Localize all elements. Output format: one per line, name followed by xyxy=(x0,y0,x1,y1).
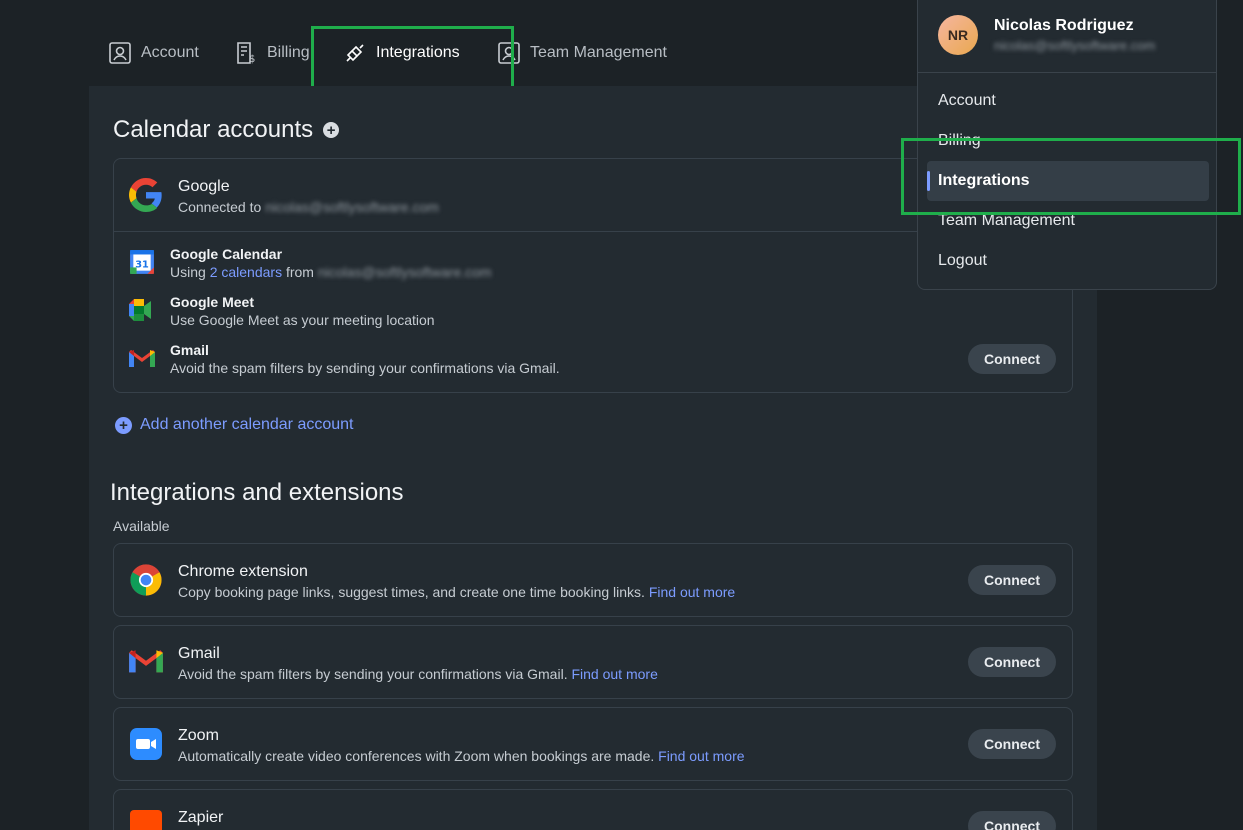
zoom-desc-text: Automatically create video conferences w… xyxy=(178,748,655,764)
user-name: Nicolas Rodriguez xyxy=(994,17,1134,34)
chrome-connect-button[interactable]: Connect xyxy=(968,565,1056,595)
menu-item-billing[interactable]: Billing xyxy=(938,132,981,150)
gmail-integration-name: Gmail xyxy=(178,645,220,662)
integration-card-zapier: Zapier Connect xyxy=(113,789,1073,830)
gmail-service-name: Gmail xyxy=(170,342,209,358)
chrome-extension-desc: Copy booking page links, suggest times, … xyxy=(178,584,735,600)
gmail-calendar-connect-button[interactable]: Connect xyxy=(968,344,1056,374)
gmail-find-out-more-link[interactable]: Find out more xyxy=(571,666,657,682)
calendars-count-link[interactable]: 2 calendars xyxy=(210,264,282,280)
tab-integrations-label: Integrations xyxy=(376,44,460,61)
google-connected-text: Connected to nicolas@softlysoftware.com xyxy=(178,199,439,215)
chrome-desc-text: Copy booking page links, suggest times, … xyxy=(178,584,645,600)
menu-item-logout[interactable]: Logout xyxy=(938,252,987,270)
user-email: nicolas@softlysoftware.com xyxy=(994,38,1156,53)
google-meet-desc: Use Google Meet as your meeting location xyxy=(170,312,435,328)
calendar-accounts-heading: Calendar accounts + xyxy=(113,116,340,144)
integrations-icon xyxy=(346,44,364,62)
google-calendar-icon: 31 xyxy=(129,249,155,275)
add-calendar-label: Add another calendar account xyxy=(140,416,354,433)
gmail-connect-button[interactable]: Connect xyxy=(968,647,1056,677)
integration-card-chrome: Chrome extension Copy booking page links… xyxy=(113,543,1073,617)
account-icon xyxy=(109,42,131,64)
svg-text:$: $ xyxy=(249,54,255,65)
gmail-integration-desc: Avoid the spam filters by sending your c… xyxy=(178,666,658,682)
menu-item-team-management[interactable]: Team Management xyxy=(938,212,1075,230)
chrome-icon xyxy=(129,563,163,597)
menu-item-account[interactable]: Account xyxy=(938,92,996,110)
tab-team-label: Team Management xyxy=(530,44,667,61)
gmail-icon xyxy=(129,346,155,372)
active-menu-indicator xyxy=(927,171,930,191)
svg-text:31: 31 xyxy=(135,259,149,270)
gmail-logo-icon xyxy=(129,645,163,679)
tab-team-management[interactable]: Team Management xyxy=(497,38,667,68)
tab-billing[interactable]: $ Billing xyxy=(234,38,310,68)
zoom-integration-desc: Automatically create video conferences w… xyxy=(178,748,745,764)
integration-card-gmail: Gmail Avoid the spam filters by sending … xyxy=(113,625,1073,699)
add-calendar-plus-icon-2: + xyxy=(115,416,132,434)
available-subheading: Available xyxy=(113,518,170,534)
billing-icon: $ xyxy=(237,42,255,65)
google-calendar-name: Google Calendar xyxy=(170,246,283,262)
menu-item-integrations[interactable]: Integrations xyxy=(938,172,1030,190)
zoom-icon xyxy=(129,727,163,761)
gcal-desc-prefix: Using xyxy=(170,264,206,280)
chrome-extension-name: Chrome extension xyxy=(178,563,308,580)
zoom-connect-button[interactable]: Connect xyxy=(968,729,1056,759)
zapier-integration-name: Zapier xyxy=(178,809,224,826)
calendar-accounts-title: Calendar accounts xyxy=(113,116,314,143)
zoom-find-out-more-link[interactable]: Find out more xyxy=(658,748,744,764)
zapier-connect-button[interactable]: Connect xyxy=(968,811,1056,830)
menu-divider xyxy=(918,72,1216,73)
google-meet-icon xyxy=(129,297,155,323)
google-meet-name: Google Meet xyxy=(170,294,255,310)
google-calendar-desc: Using 2 calendars from nicolas@softlysof… xyxy=(170,264,492,280)
connected-prefix: Connected to xyxy=(178,199,262,215)
zoom-integration-name: Zoom xyxy=(178,727,219,744)
add-calendar-plus-icon[interactable]: + xyxy=(323,122,340,138)
integrations-heading: Integrations and extensions xyxy=(110,479,404,507)
team-icon xyxy=(498,42,520,64)
tab-account[interactable]: Account xyxy=(108,38,199,68)
tab-billing-label: Billing xyxy=(267,44,310,61)
integration-card-zoom: Zoom Automatically create video conferen… xyxy=(113,707,1073,781)
gmail-desc-text: Avoid the spam filters by sending your c… xyxy=(178,666,568,682)
tab-account-label: Account xyxy=(141,44,199,61)
zapier-icon xyxy=(129,809,163,830)
integrations-title: Integrations and extensions xyxy=(110,479,404,506)
gcal-desc-mid: from xyxy=(285,264,314,280)
avatar[interactable]: NR xyxy=(938,15,978,55)
chrome-find-out-more-link[interactable]: Find out more xyxy=(649,584,735,600)
gcal-email: nicolas@softlysoftware.com xyxy=(317,264,492,280)
connected-email: nicolas@softlysoftware.com xyxy=(265,199,439,215)
user-menu-dropdown: NR Nicolas Rodriguez nicolas@softlysoftw… xyxy=(917,0,1217,290)
add-calendar-account-link[interactable]: + Add another calendar account xyxy=(115,416,353,434)
google-account-name: Google xyxy=(178,178,230,195)
google-logo-icon xyxy=(129,178,163,212)
tab-integrations[interactable]: Integrations xyxy=(343,38,460,68)
gmail-service-desc: Avoid the spam filters by sending your c… xyxy=(170,360,560,376)
